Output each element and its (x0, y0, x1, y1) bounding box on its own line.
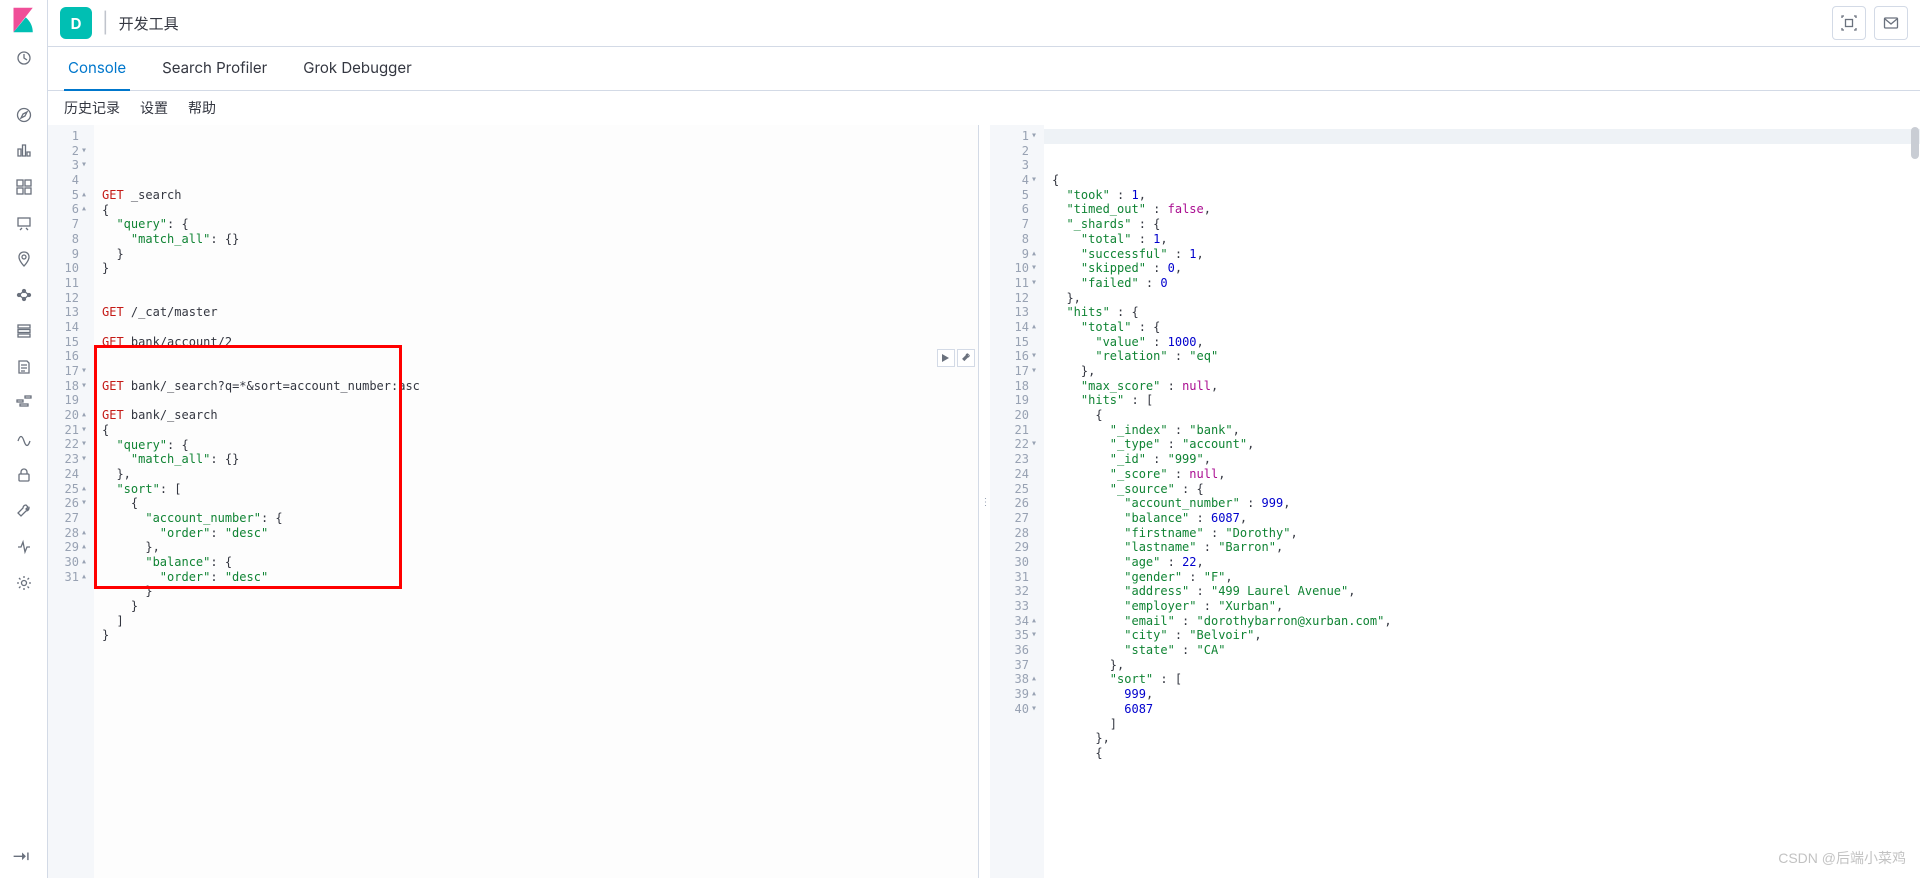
request-options-button[interactable] (957, 349, 975, 367)
tab-search-profiler[interactable]: Search Profiler (158, 47, 271, 91)
request-pane[interactable]: 1 2▾3▾4 5▴6▴7 8 9 10 11 12 13 14 15 16 1… (48, 125, 979, 878)
logs-icon[interactable] (0, 349, 48, 385)
dashboard-icon[interactable] (0, 169, 48, 205)
console-editors: 1 2▾3▾4 5▴6▴7 8 9 10 11 12 13 14 15 16 1… (48, 125, 1920, 878)
infra-icon[interactable] (0, 313, 48, 349)
breadcrumb-sep: | (102, 11, 109, 35)
tab-grok-debugger[interactable]: Grok Debugger (299, 47, 415, 91)
link-history[interactable]: 历史记录 (64, 98, 120, 118)
management-icon[interactable] (0, 565, 48, 601)
response-code[interactable]: { "took" : 1, "timed_out" : false, "_sha… (1044, 125, 1920, 878)
collapse-nav-button[interactable]: ⇥ (12, 847, 30, 868)
feedback-icon[interactable] (1874, 6, 1908, 40)
request-code[interactable]: GET _search{ "query": { "match_all": {} … (94, 125, 978, 878)
link-help[interactable]: 帮助 (188, 98, 216, 118)
recent-icon[interactable] (0, 40, 48, 76)
request-gutter: 1 2▾3▾4 5▴6▴7 8 9 10 11 12 13 14 15 16 1… (48, 125, 94, 878)
tab-console[interactable]: Console (64, 47, 130, 91)
topbar: D | 开发工具 (48, 0, 1920, 47)
kibana-logo[interactable] (10, 6, 38, 34)
response-scrollbar[interactable] (1911, 127, 1919, 159)
response-gutter: 1▾2 3 4▾5 6 7 8 9▴10▾11▾12 13 14▴15 16▾1… (990, 125, 1044, 878)
breadcrumb-title: 开发工具 (119, 13, 179, 34)
link-settings[interactable]: 设置 (140, 98, 168, 118)
monitoring-icon[interactable] (0, 529, 48, 565)
maps-icon[interactable] (0, 241, 48, 277)
canvas-icon[interactable] (0, 205, 48, 241)
breadcrumb-badge[interactable]: D (60, 7, 92, 39)
console-links: 历史记录 设置 帮助 (48, 91, 1920, 125)
left-nav (0, 0, 48, 878)
devtools-icon[interactable] (0, 493, 48, 529)
ml-icon[interactable] (0, 277, 48, 313)
security-icon[interactable] (0, 457, 48, 493)
compass-icon[interactable] (0, 97, 48, 133)
visualize-icon[interactable] (0, 133, 48, 169)
watermark: CSDN @后端小菜鸡 (1778, 848, 1906, 868)
tabs: Console Search Profiler Grok Debugger (48, 47, 1920, 91)
uptime-icon[interactable] (0, 421, 48, 457)
fullscreen-icon[interactable] (1832, 6, 1866, 40)
response-pane[interactable]: 1▾2 3 4▾5 6 7 8 9▴10▾11▾12 13 14▴15 16▾1… (990, 125, 1920, 878)
send-request-button[interactable] (937, 349, 955, 367)
splitter[interactable]: ⋮ (979, 125, 990, 878)
apm-icon[interactable] (0, 385, 48, 421)
run-buttons (937, 349, 975, 367)
